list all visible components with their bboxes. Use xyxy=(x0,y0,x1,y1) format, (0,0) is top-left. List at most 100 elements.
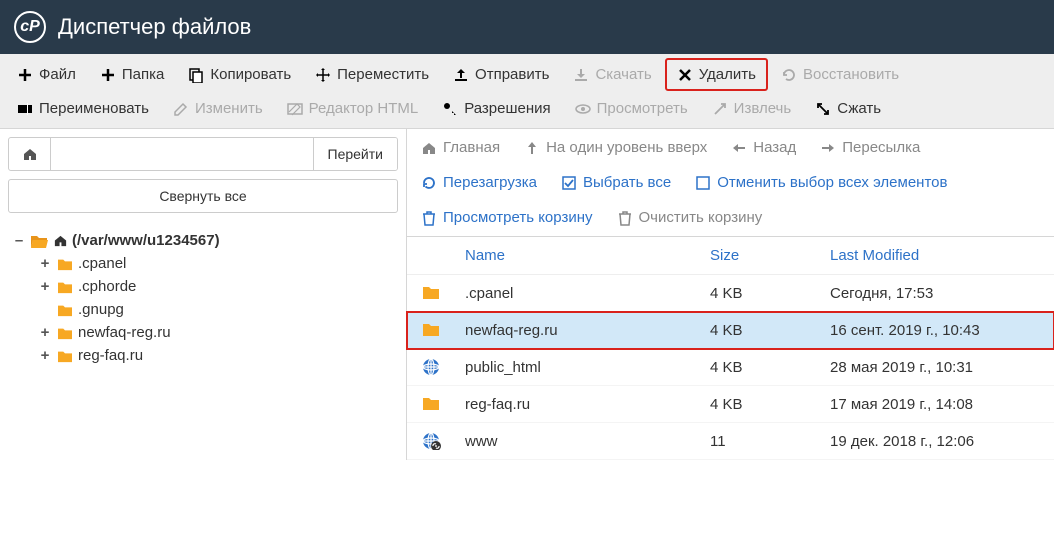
button-label: Восстановить xyxy=(803,66,899,83)
tree-root[interactable]: – (/var/www/u1234567) xyxy=(12,229,394,252)
toggle-icon[interactable]: + xyxy=(38,324,52,341)
file-size: 4 KB xyxy=(710,396,830,413)
home-icon xyxy=(22,146,38,162)
link-label: Просмотреть корзину xyxy=(443,209,593,226)
emptytrash-link[interactable]: Очистить корзину xyxy=(617,209,763,226)
button-label: Разрешения xyxy=(464,100,550,117)
folder-button[interactable]: Папка xyxy=(89,58,175,91)
back-link[interactable]: Назад xyxy=(731,139,796,156)
trash-icon xyxy=(421,210,437,226)
folder-open-icon xyxy=(30,233,49,249)
box-icon xyxy=(695,175,711,191)
perms-button[interactable]: Разрешения xyxy=(431,93,561,124)
table-row[interactable]: .cpanel4 KBСегодня, 17:53 xyxy=(407,275,1054,312)
main-toolbar: Файл Папка Копировать Переместить Отправить С… xyxy=(0,54,1054,129)
copy-icon xyxy=(188,67,204,83)
link-label: Перезагрузка xyxy=(443,174,537,191)
rename-button[interactable]: Переименовать xyxy=(6,93,160,124)
move-button[interactable]: Переместить xyxy=(304,58,440,91)
link-label: Выбрать все xyxy=(583,174,671,191)
sidebar: Перейти Свернуть все – (/var/www/u123456… xyxy=(0,129,406,460)
home-link[interactable]: Главная xyxy=(421,139,500,156)
main-panel: Главная На один уровень вверх Назад Пересыл… xyxy=(406,129,1054,460)
compress-icon xyxy=(815,101,831,117)
button-label: Извлечь xyxy=(734,100,792,117)
extract-button: Извлечь xyxy=(701,93,803,124)
arrow-up-icon xyxy=(524,140,540,156)
table-header: Name Size Last Modified xyxy=(407,237,1054,275)
path-bar: Перейти xyxy=(8,137,398,171)
link-label: На один уровень вверх xyxy=(546,139,707,156)
htmledit-button: Редактор HTML xyxy=(276,93,430,124)
path-input[interactable] xyxy=(51,138,313,170)
copy-button[interactable]: Копировать xyxy=(177,58,302,91)
deselect-link[interactable]: Отменить выбор всех элементов xyxy=(695,174,947,191)
rename-icon xyxy=(17,101,33,117)
button-label: Файл xyxy=(39,66,76,83)
compress-button[interactable]: Сжать xyxy=(804,93,892,124)
tree-root-label: (/var/www/u1234567) xyxy=(72,232,220,249)
cpanel-logo: cP xyxy=(14,11,46,43)
tree-item[interactable]: .gnupg xyxy=(38,298,394,321)
folder-icon xyxy=(56,326,74,340)
tree-item[interactable]: + reg-faq.ru xyxy=(38,344,394,367)
edit-icon xyxy=(173,101,189,117)
file-size: 4 KB xyxy=(710,322,830,339)
tree-item[interactable]: +newfaq-reg.ru xyxy=(38,321,394,344)
button-label: Копировать xyxy=(210,66,291,83)
upload-button[interactable]: Отправить xyxy=(442,58,560,91)
file-modified: 19 дек. 2018 г., 12:06 xyxy=(830,433,1040,450)
folder-icon xyxy=(56,349,74,363)
col-modified-header[interactable]: Last Modified xyxy=(830,247,1040,264)
download-icon xyxy=(573,67,589,83)
file-name: reg-faq.ru xyxy=(465,396,710,413)
table-row[interactable]: public_html4 KB28 мая 2019 г., 10:31 xyxy=(407,349,1054,386)
extract-icon xyxy=(712,101,728,117)
tree-item[interactable]: +.cphorde xyxy=(38,275,394,298)
restore-button: Восстановить xyxy=(770,58,910,91)
file-button[interactable]: Файл xyxy=(6,58,87,91)
button-label: Редактор HTML xyxy=(309,100,419,117)
forward-link[interactable]: Пересылка xyxy=(820,139,920,156)
reload-icon xyxy=(421,175,437,191)
collapse-all-button[interactable]: Свернуть все xyxy=(8,179,398,213)
selectall-link[interactable]: Выбрать все xyxy=(561,174,671,191)
file-size: 4 KB xyxy=(710,359,830,376)
file-size: 4 KB xyxy=(710,285,830,302)
home-icon xyxy=(53,233,68,248)
col-name-header[interactable]: Name xyxy=(465,247,710,264)
toggle-icon[interactable]: – xyxy=(12,232,26,249)
plus-icon xyxy=(100,67,116,83)
file-modified: Сегодня, 17:53 xyxy=(830,285,1040,302)
file-table: Name Size Last Modified .cpanel4 KBСегод… xyxy=(407,236,1054,460)
toggle-icon[interactable]: + xyxy=(38,347,52,364)
table-row[interactable]: newfaq-reg.ru4 KB16 сент. 2019 г., 10:43 xyxy=(407,312,1054,349)
app-header: cP Диспетчер файлов xyxy=(0,0,1054,54)
upload-icon xyxy=(453,67,469,83)
reload-link[interactable]: Перезагрузка xyxy=(421,174,537,191)
tree-item[interactable]: +.cpanel xyxy=(38,252,394,275)
button-label: Переименовать xyxy=(39,100,149,117)
home-button[interactable] xyxy=(9,138,51,170)
link-label: Очистить корзину xyxy=(639,209,763,226)
up-link[interactable]: На один уровень вверх xyxy=(524,139,707,156)
trash-icon xyxy=(617,210,633,226)
table-row[interactable]: www1119 дек. 2018 г., 12:06 xyxy=(407,423,1054,460)
button-label: Отправить xyxy=(475,66,549,83)
folder-icon xyxy=(421,284,465,302)
go-button[interactable]: Перейти xyxy=(313,138,397,170)
toggle-icon[interactable]: + xyxy=(38,255,52,272)
tree-item-label: reg-faq.ru xyxy=(78,347,143,364)
page-title: Диспетчер файлов xyxy=(58,14,251,40)
toggle-icon[interactable]: + xyxy=(38,278,52,295)
table-row[interactable]: reg-faq.ru4 KB17 мая 2019 г., 14:08 xyxy=(407,386,1054,423)
viewtrash-link[interactable]: Просмотреть корзину xyxy=(421,209,593,226)
restore-icon xyxy=(781,67,797,83)
button-label: Изменить xyxy=(195,100,263,117)
folder-icon xyxy=(56,257,74,271)
delete-button[interactable]: Удалить xyxy=(665,58,768,91)
globe-icon xyxy=(421,358,465,376)
button-label: Сжать xyxy=(837,100,881,117)
htmledit-icon xyxy=(287,101,303,117)
col-size-header[interactable]: Size xyxy=(710,247,830,264)
